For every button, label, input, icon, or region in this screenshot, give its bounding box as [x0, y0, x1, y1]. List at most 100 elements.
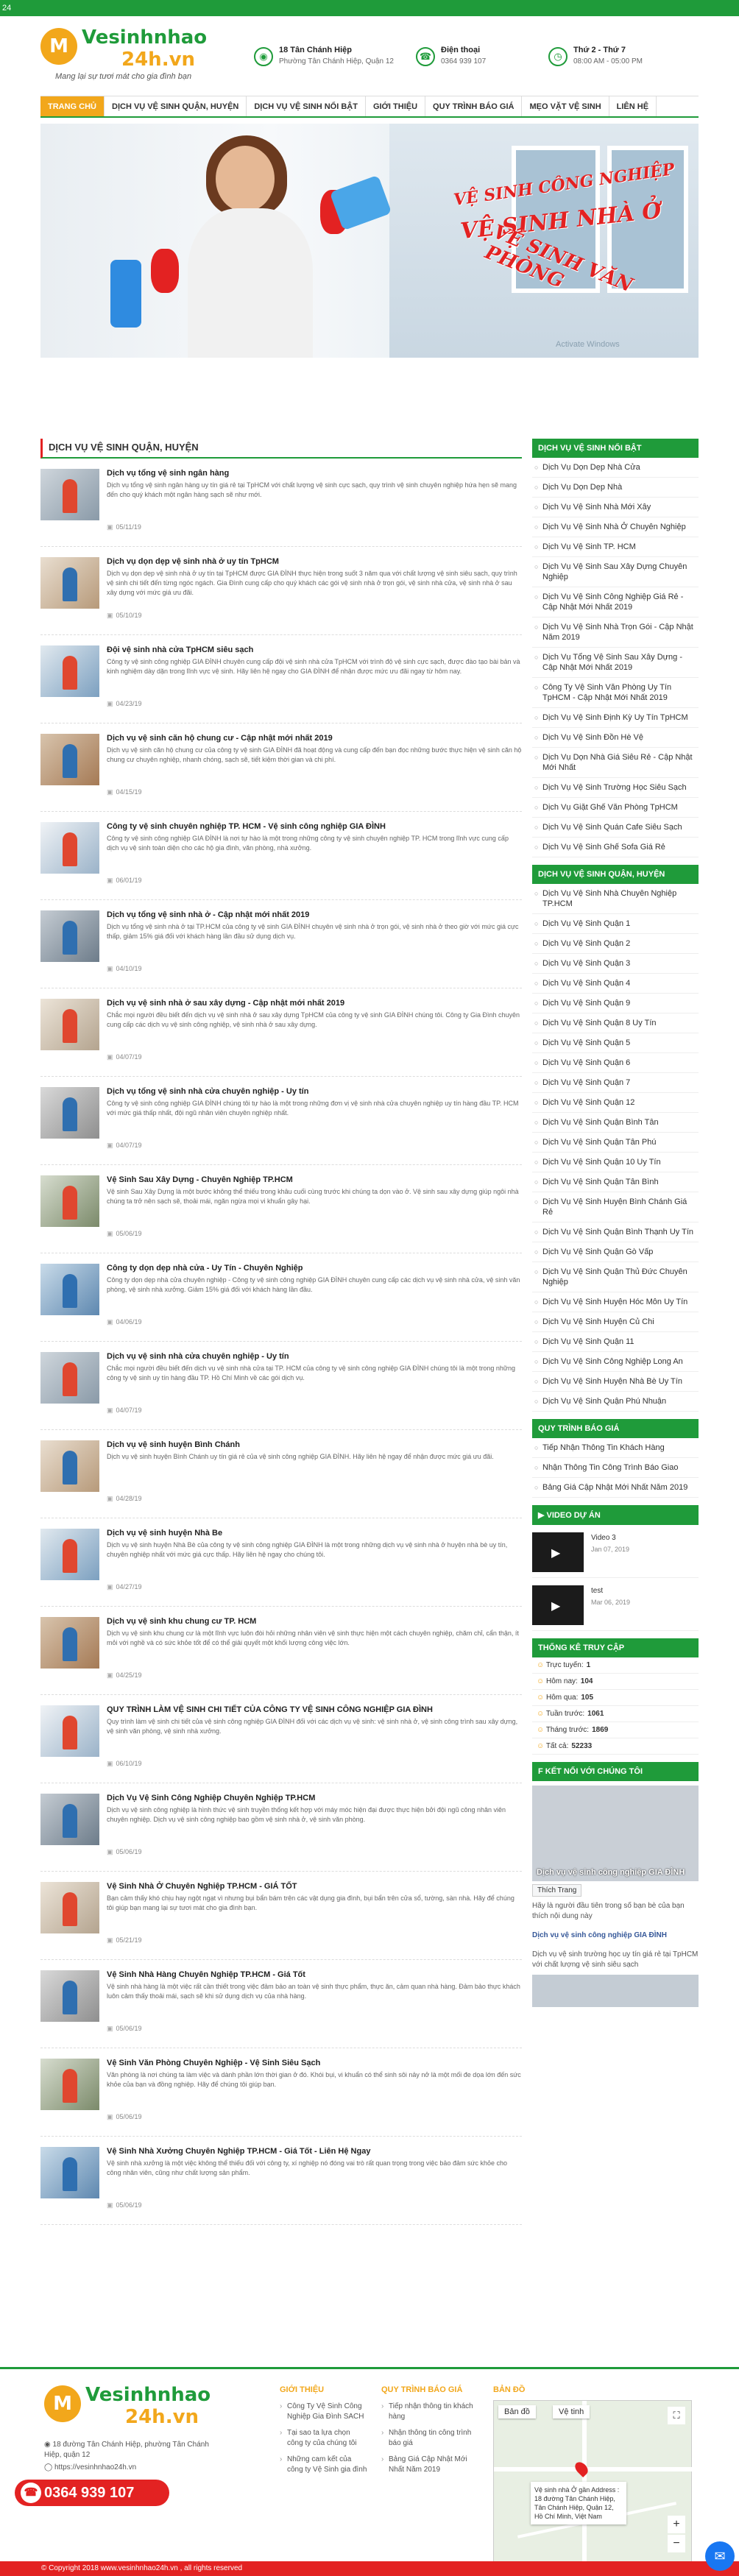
quote-process-link[interactable]: Nhận Thông Tin Công Trình Báo Giao [532, 1458, 699, 1478]
district-service-link[interactable]: Dịch Vụ Vệ Sinh Quận Phú Nhuận [532, 1392, 699, 1412]
post-thumbnail[interactable] [40, 2147, 99, 2198]
featured-service-link[interactable]: Dịch Vụ Vệ Sinh Định Kỳ Uy Tín TpHCM [532, 708, 699, 728]
district-service-link[interactable]: Dịch Vụ Vệ Sinh Quận 12 [532, 1093, 699, 1113]
video-item[interactable]: ▶ Video 3 Jan 07, 2019 [532, 1529, 699, 1578]
post-thumbnail[interactable] [40, 999, 99, 1050]
post-title[interactable]: Vệ Sinh Nhà Hàng Chuyên Nghiệp TP.HCM - … [107, 1970, 522, 1979]
map-pin-icon[interactable] [572, 2459, 591, 2478]
video-thumbnail[interactable]: ▶ [532, 1532, 584, 1572]
featured-service-link[interactable]: Dịch Vụ Vệ Sinh Trường Học Siêu Sạch [532, 778, 699, 798]
featured-service-link[interactable]: Dịch Vụ Vệ Sinh Nhà Mới Xây [532, 498, 699, 517]
featured-service-link[interactable]: Dịch Vụ Vệ Sinh Công Nghiệp Giá Rẻ - Cập… [532, 587, 699, 618]
nav-home[interactable]: TRANG CHỦ [40, 96, 105, 116]
district-service-link[interactable]: Dịch Vụ Vệ Sinh Quận 11 [532, 1332, 699, 1352]
district-service-link[interactable]: Dịch Vụ Vệ Sinh Quận 6 [532, 1053, 699, 1073]
district-service-link[interactable]: Dịch Vụ Vệ Sinh Quận Thủ Đức Chuyên Nghi… [532, 1262, 699, 1292]
post-title[interactable]: Dịch vụ vệ sinh huyện Nhà Be [107, 1529, 522, 1538]
featured-service-link[interactable]: Dịch Vụ Vệ Sinh Đồn Hè Vệ [532, 728, 699, 748]
post-title[interactable]: Vệ Sinh Nhà Ở Chuyên Nghiệp TP.HCM - GIÁ… [107, 1882, 522, 1891]
post-thumbnail[interactable] [40, 557, 99, 609]
post-thumbnail[interactable] [40, 1705, 99, 1757]
featured-service-link[interactable]: Dịch Vụ Vệ Sinh Quán Cafe Siêu Sạch [532, 818, 699, 838]
fullscreen-icon[interactable]: ⛶ [668, 2407, 685, 2424]
district-service-link[interactable]: Dịch Vụ Vệ Sinh Quận 4 [532, 974, 699, 994]
featured-service-link[interactable]: Dịch Vụ Dọn Nhà Giá Siêu Rẻ - Cập Nhật M… [532, 748, 699, 778]
video-item[interactable]: ▶ test Mar 06, 2019 [532, 1582, 699, 1631]
post-title[interactable]: Dịch vụ vệ sinh căn hộ chung cư - Cập nh… [107, 734, 522, 743]
post-title[interactable]: Dịch vụ vệ sinh nhà ở sau xây dựng - Cập… [107, 999, 522, 1008]
post-thumbnail[interactable] [40, 469, 99, 520]
district-service-link[interactable]: Dịch Vụ Vệ Sinh Quận 10 Uy Tín [532, 1153, 699, 1172]
video-thumbnail[interactable]: ▶ [532, 1585, 584, 1625]
district-service-link[interactable]: Dịch Vụ Vệ Sinh Quận Bình Tân [532, 1113, 699, 1133]
post-thumbnail[interactable] [40, 910, 99, 962]
hotline-button[interactable]: ☎ 0364 939 107 [15, 2480, 169, 2506]
map-tab-satellite[interactable]: Vệ tinh [553, 2405, 590, 2418]
district-service-link[interactable]: Dịch Vụ Vệ Sinh Nhà Chuyên Nghiệp TP.HCM [532, 884, 699, 914]
zoom-out-icon[interactable]: − [668, 2535, 685, 2552]
zoom-in-icon[interactable]: + [668, 2516, 685, 2533]
district-service-link[interactable]: Dịch Vụ Vệ Sinh Quận 9 [532, 994, 699, 1013]
post-thumbnail[interactable] [40, 1970, 99, 2022]
district-service-link[interactable]: Dịch Vụ Vệ Sinh Quận 3 [532, 954, 699, 974]
district-service-link[interactable]: Dịch Vụ Vệ Sinh Quận 1 [532, 914, 699, 934]
nav-cleaning-tips[interactable]: MẸO VẶT VỆ SINH [522, 96, 609, 116]
video-name[interactable]: Video 3 [591, 1534, 616, 1542]
post-title[interactable]: Vệ Sinh Nhà Xưởng Chuyên Nghiệp TP.HCM -… [107, 2147, 522, 2156]
quote-process-link[interactable]: Bảng Giá Cập Nhật Mới Nhất Năm 2019 [532, 1478, 699, 1498]
post-thumbnail[interactable] [40, 2059, 99, 2110]
footer-logo[interactable]: M Vesinhnhao 24h.vn [44, 2382, 211, 2434]
featured-service-link[interactable]: Dịch Vụ Giặt Ghế Văn Phòng TpHCM [532, 798, 699, 818]
post-title[interactable]: Dịch Vụ Vệ Sinh Công Nghiệp Chuyên Nghiệ… [107, 1794, 522, 1802]
post-thumbnail[interactable] [40, 1529, 99, 1580]
footer-process-link[interactable]: Nhận thông tin công trình báo giá [381, 2428, 477, 2449]
post-title[interactable]: Dịch vụ vệ sinh khu chung cư TP. HCM [107, 1617, 522, 1626]
nav-contact[interactable]: LIÊN HỆ [609, 96, 657, 116]
hotline-number[interactable]: 0364 939 107 [44, 2485, 134, 2501]
footer-process-link[interactable]: Tiếp nhận thông tin khách hàng [381, 2402, 477, 2422]
featured-service-link[interactable]: Dịch Vụ Vệ Sinh Nhà Ở Chuyên Nghiệp [532, 517, 699, 537]
post-title[interactable]: Dịch vụ tổng vệ sinh nhà ở - Cập nhật mớ… [107, 910, 522, 919]
post-thumbnail[interactable] [40, 1175, 99, 1227]
post-thumbnail[interactable] [40, 1352, 99, 1404]
featured-service-link[interactable]: Dịch Vụ Vệ Sinh Nhà Trọn Gói - Cập Nhật … [532, 618, 699, 648]
district-service-link[interactable]: Dịch Vụ Vệ Sinh Huyện Củ Chi [532, 1312, 699, 1332]
footer-intro-link[interactable]: Những cam kết của công ty Vệ Sinh gia đì… [280, 2455, 368, 2475]
post-thumbnail[interactable] [40, 734, 99, 785]
post-title[interactable]: Công ty dọn dẹp nhà cửa - Uy Tín - Chuyê… [107, 1264, 522, 1273]
post-thumbnail[interactable] [40, 1882, 99, 1933]
site-logo[interactable]: M Vesinhnhao 24h.vn Mang lại sự tươi mát… [40, 25, 232, 84]
quote-process-link[interactable]: Tiếp Nhận Thông Tin Khách Hàng [532, 1438, 699, 1458]
featured-service-link[interactable]: Dịch Vụ Dọn Dẹp Nhà Cửa [532, 458, 699, 478]
post-title[interactable]: Vệ Sinh Sau Xây Dựng - Chuyên Nghiệp TP.… [107, 1175, 522, 1184]
featured-service-link[interactable]: Dịch Vụ Dọn Dẹp Nhà [532, 478, 699, 498]
nav-featured-services[interactable]: DỊCH VỤ VỆ SINH NỔI BẬT [247, 96, 366, 116]
district-service-link[interactable]: Dịch Vụ Vệ Sinh Quận 7 [532, 1073, 699, 1093]
footer-intro-link[interactable]: Tại sao ta lựa chọn công ty của chúng tô… [280, 2428, 368, 2449]
facebook-like-button[interactable]: Thích Trang [532, 1884, 582, 1897]
post-title[interactable]: Đội vệ sinh nhà cửa TpHCM siêu sạch [107, 645, 522, 654]
post-title[interactable]: Dịch vụ vệ sinh nhà cửa chuyên nghiệp - … [107, 1352, 522, 1361]
district-service-link[interactable]: Dịch Vụ Vệ Sinh Quận Bình Thạnh Uy Tín [532, 1222, 699, 1242]
featured-service-link[interactable]: Dịch Vụ Vệ Sinh Ghế Sofa Giá Rẻ [532, 838, 699, 857]
post-thumbnail[interactable] [40, 1087, 99, 1139]
nav-district-services[interactable]: DỊCH VỤ VỆ SINH QUẬN, HUYỆN [105, 96, 247, 116]
post-title[interactable]: Dịch vụ tổng vệ sinh ngân hàng [107, 469, 522, 478]
footer-process-link[interactable]: Bảng Giá Cập Nhật Mới Nhất Năm 2019 [381, 2455, 477, 2475]
district-service-link[interactable]: Dịch Vụ Vệ Sinh Quận Tân Phú [532, 1133, 699, 1153]
post-thumbnail[interactable] [40, 1617, 99, 1669]
featured-service-link[interactable]: Công Ty Vệ Sinh Văn Phòng Uy Tín TpHCM -… [532, 678, 699, 708]
post-title[interactable]: Vệ Sinh Văn Phòng Chuyên Nghiệp - Vệ Sin… [107, 2059, 522, 2067]
post-thumbnail[interactable] [40, 1794, 99, 1845]
district-service-link[interactable]: Dịch Vụ Vệ Sinh Huyện Nhà Bè Uy Tín [532, 1372, 699, 1392]
featured-service-link[interactable]: Dịch Vụ Vệ Sinh Sau Xây Dựng Chuyên Nghi… [532, 557, 699, 587]
post-thumbnail[interactable] [40, 645, 99, 697]
post-title[interactable]: Dịch vụ vệ sinh huyện Bình Chánh [107, 1440, 522, 1449]
facebook-page-name[interactable]: Dịch vụ vệ sinh công nghiệp GIA ĐÌNH [537, 1868, 685, 1877]
footer-website-text[interactable]: https://vesinhnhao24h.vn [54, 2463, 136, 2471]
district-service-link[interactable]: Dịch Vụ Vệ Sinh Quận Tân Bình [532, 1172, 699, 1192]
nav-about[interactable]: GIỚI THIỆU [366, 96, 426, 116]
footer-website[interactable]: ◯ https://vesinhnhao24h.vn [44, 2463, 136, 2471]
featured-service-link[interactable]: Dịch Vụ Tổng Vệ Sinh Sau Xây Dựng - Cập … [532, 648, 699, 678]
facebook-post-author[interactable]: Dịch vụ vệ sinh công nghiệp GIA ĐÌNH [532, 1926, 699, 1945]
